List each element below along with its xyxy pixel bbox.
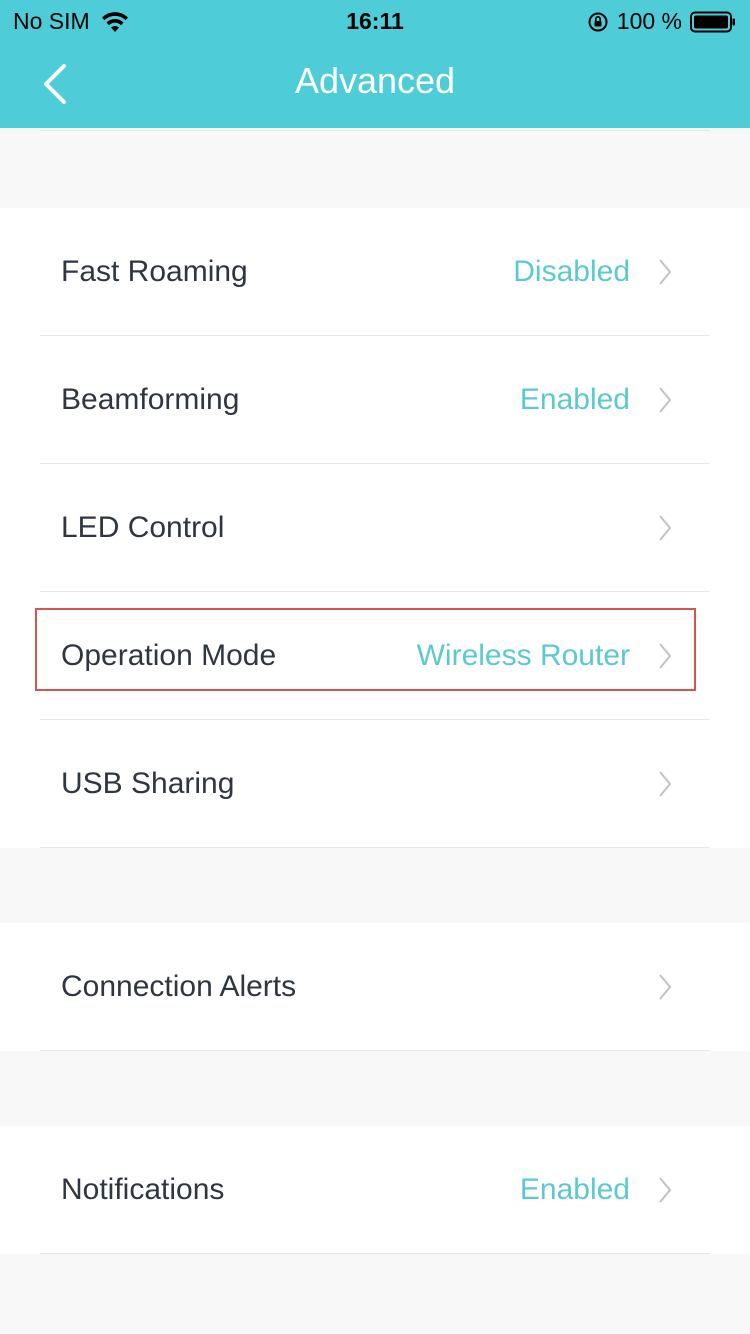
operation-mode-row[interactable]: Operation Mode Wireless Router — [0, 592, 750, 720]
settings-group-alerts: Connection Alerts — [0, 923, 750, 1051]
chevron-right-icon — [659, 259, 672, 285]
notifications-label: Notifications — [61, 1173, 225, 1206]
divider — [40, 847, 710, 848]
nav-bar: Advanced — [0, 40, 750, 128]
status-right: 100 % — [587, 8, 736, 35]
status-bar: No SIM 16:11 100 % — [0, 0, 750, 40]
led-control-label: LED Control — [61, 511, 225, 544]
divider — [40, 1050, 710, 1051]
notifications-value: Enabled — [519, 1173, 630, 1206]
usb-sharing-label: USB Sharing — [61, 767, 235, 800]
settings-group-wireless: Fast Roaming Disabled Beamforming Enable… — [0, 208, 750, 848]
beamforming-row[interactable]: Beamforming Enabled — [0, 336, 750, 464]
notifications-row[interactable]: Notifications Enabled — [0, 1126, 750, 1254]
fast-roaming-row[interactable]: Fast Roaming Disabled — [0, 208, 750, 336]
settings-group-notifications: Notifications Enabled — [0, 1126, 750, 1254]
operation-mode-label: Operation Mode — [61, 639, 277, 672]
chevron-right-icon — [659, 974, 672, 1000]
beamforming-label: Beamforming — [61, 383, 240, 416]
header-bar: No SIM 16:11 100 % Advanced — [0, 0, 750, 128]
fast-roaming-label: Fast Roaming — [61, 255, 248, 288]
chevron-right-icon — [659, 1177, 672, 1203]
connection-alerts-row[interactable]: Connection Alerts — [0, 923, 750, 1051]
chevron-right-icon — [659, 515, 672, 541]
battery-percent: 100 % — [616, 8, 682, 34]
led-control-row[interactable]: LED Control — [0, 464, 750, 592]
beamforming-value: Enabled — [519, 383, 630, 416]
battery-icon — [690, 11, 735, 32]
page-title: Advanced — [294, 60, 456, 101]
usb-sharing-row[interactable]: USB Sharing — [0, 720, 750, 848]
divider — [40, 1253, 710, 1254]
connection-alerts-label: Connection Alerts — [61, 970, 297, 1003]
rotation-lock-icon — [588, 12, 608, 31]
chevron-right-icon — [659, 387, 672, 413]
fast-roaming-value: Disabled — [513, 255, 630, 288]
divider — [40, 130, 710, 131]
chevron-right-icon — [659, 771, 672, 797]
chevron-right-icon — [659, 643, 672, 669]
operation-mode-value: Wireless Router — [416, 639, 630, 672]
